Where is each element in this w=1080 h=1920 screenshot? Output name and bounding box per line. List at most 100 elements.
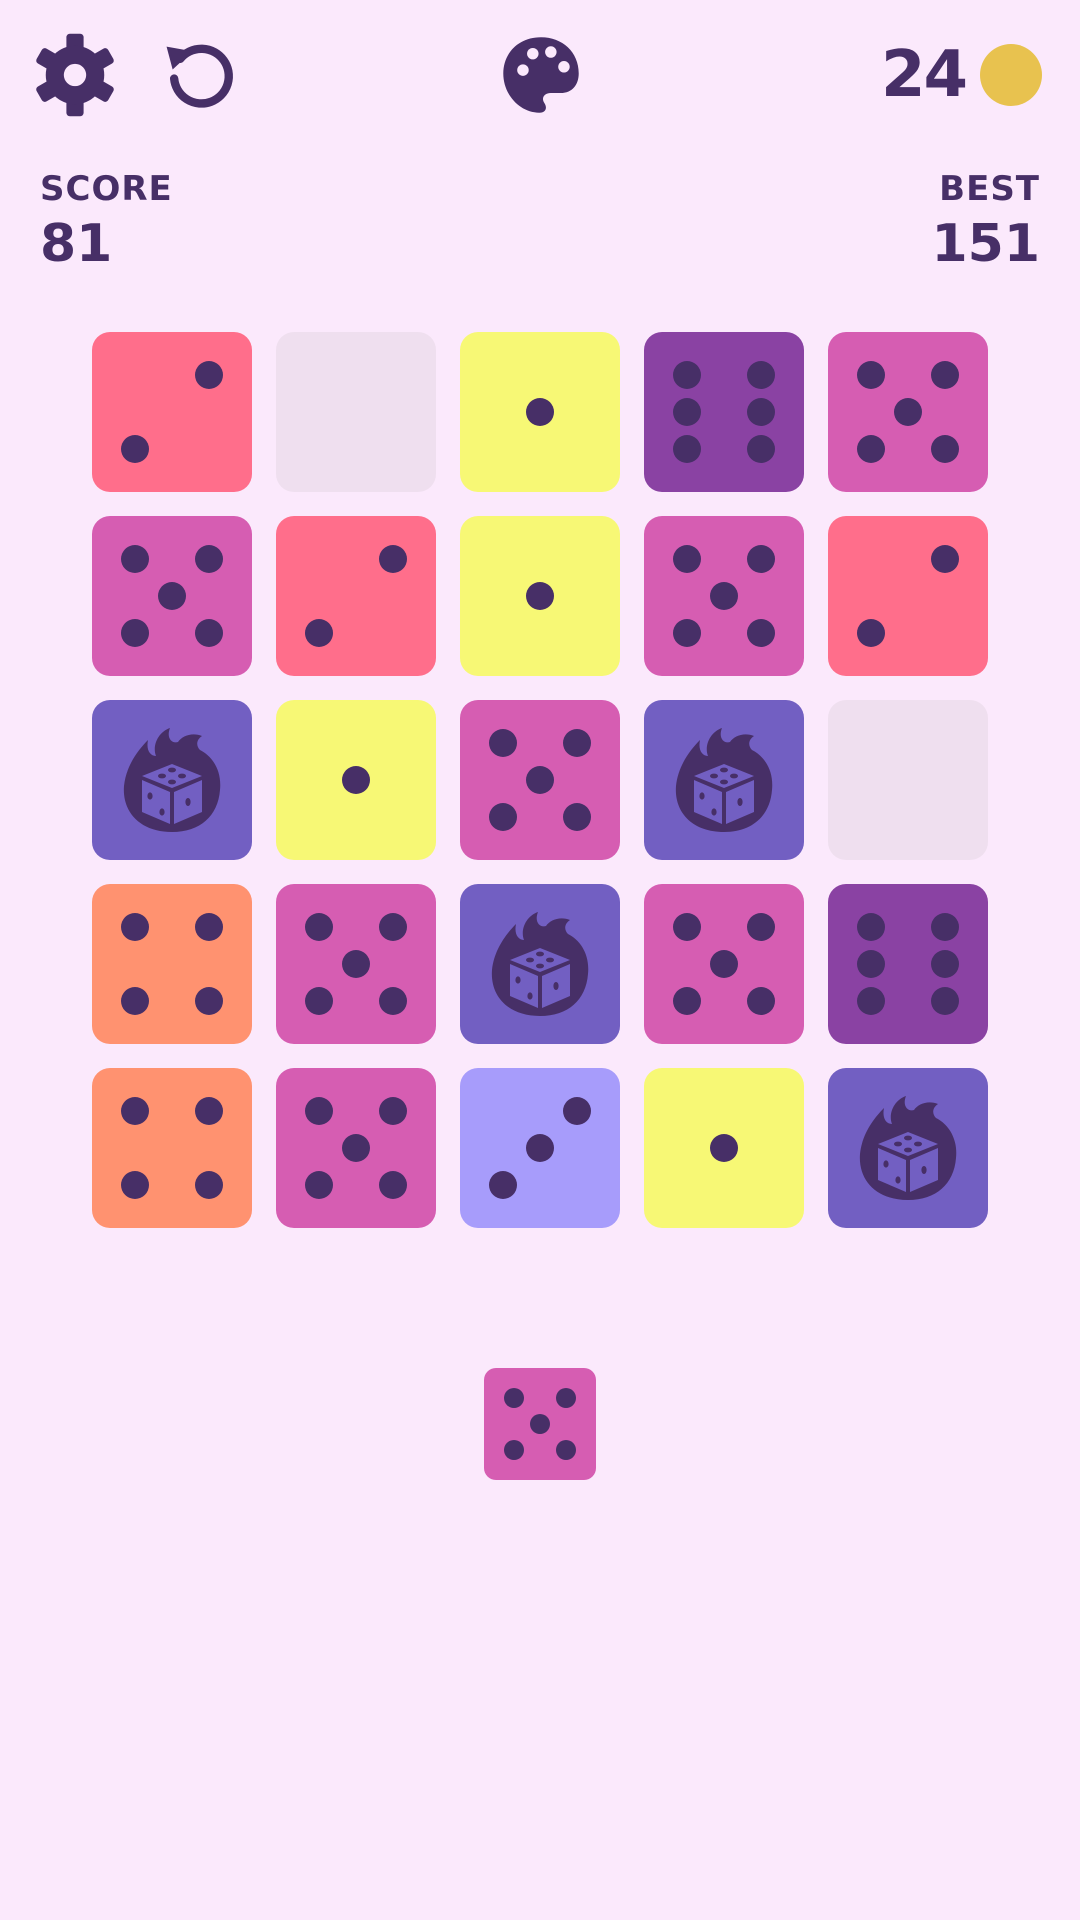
die-tile-6[interactable]: [644, 332, 804, 492]
restart-button[interactable]: [162, 36, 238, 112]
die-pip: [504, 1439, 525, 1460]
die-pip: [342, 1134, 370, 1162]
die-pip: [857, 618, 886, 647]
die-pip: [305, 1170, 334, 1199]
die-pip: [121, 1097, 150, 1126]
die-pip: [121, 913, 150, 942]
die-tile-5[interactable]: [828, 332, 988, 492]
palette-icon: [503, 37, 579, 113]
die-pip: [121, 618, 150, 647]
coin-icon: [980, 44, 1042, 106]
die-pip: [526, 1134, 554, 1162]
game-board: [92, 332, 988, 1228]
die-pip: [673, 545, 702, 574]
die-pip: [857, 434, 886, 463]
fire-die-tile[interactable]: [92, 700, 252, 860]
die-pip: [746, 618, 775, 647]
die-tile-4[interactable]: [92, 884, 252, 1044]
score-value: 81: [40, 214, 113, 274]
fire-dice-icon: [675, 728, 773, 832]
empty-cell[interactable]: [828, 700, 988, 860]
settings-button[interactable]: [32, 32, 118, 118]
die-pip: [562, 729, 591, 758]
die-tile-5[interactable]: [92, 516, 252, 676]
die-pip: [194, 913, 223, 942]
fire-dice-icon: [859, 1096, 957, 1200]
die-pip: [673, 434, 702, 463]
restart-icon: [166, 44, 233, 108]
die-pip: [194, 361, 223, 390]
die-pip: [746, 398, 775, 426]
die-pip: [378, 545, 407, 574]
score-label: SCORE: [40, 169, 173, 209]
die-pip: [857, 986, 886, 1015]
empty-cell[interactable]: [276, 332, 436, 492]
die-pip: [710, 582, 738, 610]
score-panel: SCORE 81: [40, 172, 173, 270]
die-pip: [673, 361, 702, 390]
die-pip: [857, 913, 886, 942]
die-pip: [158, 582, 186, 610]
die-pip: [121, 434, 150, 463]
die-tile-3[interactable]: [460, 1068, 620, 1228]
die-tile-5[interactable]: [644, 516, 804, 676]
die-pip: [930, 545, 959, 574]
die-pip: [121, 986, 150, 1015]
die-tile-1[interactable]: [460, 516, 620, 676]
die-pip: [930, 434, 959, 463]
die-pip: [746, 913, 775, 942]
fire-die-tile[interactable]: [828, 1068, 988, 1228]
die-pip: [342, 766, 370, 794]
fire-die-tile[interactable]: [644, 700, 804, 860]
die-tile-6[interactable]: [828, 884, 988, 1044]
die-pip: [489, 729, 518, 758]
fire-die-tile[interactable]: [460, 884, 620, 1044]
palette-button[interactable]: [500, 34, 582, 116]
die-pip: [746, 361, 775, 390]
die-pip: [194, 986, 223, 1015]
die-pip: [562, 1097, 591, 1126]
die-pip: [526, 398, 554, 426]
fire-dice-icon: [123, 728, 221, 832]
die-tile-4[interactable]: [92, 1068, 252, 1228]
die-pip: [342, 950, 370, 978]
die-pip: [857, 361, 886, 390]
die-tile-5[interactable]: [644, 884, 804, 1044]
die-pip: [489, 802, 518, 831]
die-pip: [746, 434, 775, 463]
die-pip: [526, 766, 554, 794]
die-pip: [378, 913, 407, 942]
die-tile-5[interactable]: [276, 884, 436, 1044]
die-pip: [555, 1388, 576, 1409]
die-pip: [194, 1097, 223, 1126]
best-label: BEST: [939, 169, 1040, 209]
die-pip: [894, 398, 922, 426]
die-tile-5[interactable]: [460, 700, 620, 860]
die-pip: [746, 986, 775, 1015]
die-pip: [710, 950, 738, 978]
die-tile-5[interactable]: [276, 1068, 436, 1228]
die-pip: [121, 1170, 150, 1199]
fire-dice-icon: [491, 912, 589, 1016]
die-pip: [378, 986, 407, 1015]
die-tile-1[interactable]: [644, 1068, 804, 1228]
die-tile-1[interactable]: [460, 332, 620, 492]
top-bar: 24: [0, 0, 1080, 150]
coin-count: 24: [880, 38, 968, 112]
next-die[interactable]: [484, 1368, 596, 1480]
die-pip: [194, 545, 223, 574]
gear-icon: [36, 33, 114, 117]
die-tile-2[interactable]: [828, 516, 988, 676]
die-tile-1[interactable]: [276, 700, 436, 860]
die-tile-2[interactable]: [92, 332, 252, 492]
die-pip: [530, 1414, 550, 1434]
die-pip: [121, 545, 150, 574]
die-pip: [746, 545, 775, 574]
die-pip: [930, 986, 959, 1015]
die-pip: [930, 950, 959, 978]
die-pip: [305, 1097, 334, 1126]
die-pip: [305, 618, 334, 647]
die-pip: [194, 1170, 223, 1199]
die-pip: [305, 986, 334, 1015]
die-tile-2[interactable]: [276, 516, 436, 676]
